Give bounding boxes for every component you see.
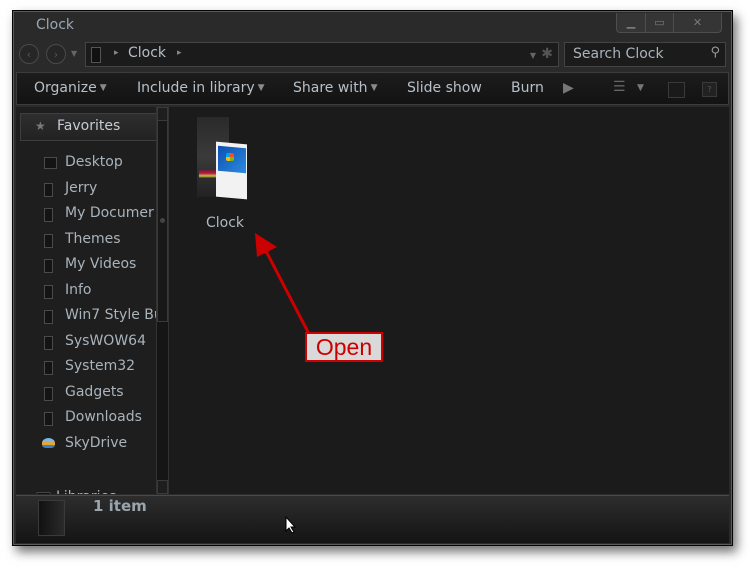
- folder-icon: [44, 336, 53, 350]
- skydrive-icon: [42, 438, 55, 448]
- back-button[interactable]: ‹: [19, 44, 39, 64]
- search-placeholder: Search Clock: [573, 46, 664, 62]
- breadcrumb-clock[interactable]: Clock: [128, 45, 166, 61]
- annotation-label: Open: [305, 332, 383, 362]
- navigation-row: ‹ › ▼ ▸ Clock ▸ ▼ ✱ Search Clock ⚲: [13, 41, 732, 69]
- sidebar-item-label: Downloads: [65, 409, 142, 425]
- chevron-down-icon: ▼: [257, 83, 265, 93]
- address-dropdown-icon[interactable]: ▼: [530, 51, 536, 60]
- view-options-dropdown[interactable]: ▼: [637, 83, 644, 93]
- grip-icon: [160, 218, 165, 223]
- minimize-button[interactable]: ▁: [617, 13, 646, 32]
- preview-pane-icon[interactable]: [668, 82, 685, 98]
- forward-arrow-icon: ›: [53, 47, 59, 61]
- sidebar-item-label: Info: [65, 282, 92, 298]
- sidebar-item-label: SkyDrive: [65, 435, 128, 451]
- windows-logo-icon: [226, 153, 234, 161]
- sidebar-item-label: Win7 Style Bu: [65, 307, 156, 323]
- slide-show-button[interactable]: Slide show: [407, 80, 482, 96]
- close-button[interactable]: ✕: [674, 13, 721, 32]
- folder-icon: [44, 234, 53, 248]
- include-in-library-button[interactable]: Include in library ▼: [137, 80, 265, 96]
- downloads-folder-icon: [44, 412, 53, 426]
- maximize-button[interactable]: ▭: [646, 13, 674, 32]
- navigation-pane: ★ Favorites Desktop Jerry My Documer The…: [16, 107, 156, 494]
- include-in-library-label: Include in library: [137, 80, 255, 96]
- sidebar-item-label: Jerry: [65, 180, 98, 196]
- sidebar-item-label: Themes: [65, 231, 121, 247]
- file-name: Clock: [205, 215, 245, 231]
- sidebar-item-label: My Documer: [65, 205, 154, 221]
- forward-button[interactable]: ›: [46, 44, 66, 64]
- details-pane: 1 item: [16, 495, 729, 543]
- search-input[interactable]: Search Clock ⚲: [564, 42, 726, 67]
- close-icon: ✕: [692, 16, 703, 29]
- more-commands-icon[interactable]: ▶: [563, 80, 574, 96]
- star-icon: ★: [35, 119, 46, 133]
- explorer-window: Clock ▁ ▭ ✕ ‹ › ▼ ▸ Clock ▸ ▼ ✱ Search C…: [12, 10, 733, 546]
- sidebar-item-label: SysWOW64: [65, 333, 146, 349]
- desktop-icon: [44, 157, 57, 169]
- folder-icon: [44, 183, 53, 197]
- folder-icon: [38, 500, 65, 536]
- recent-locations-dropdown[interactable]: ▼: [71, 49, 77, 58]
- documents-folder-icon: [44, 208, 53, 222]
- sidebar-item-label: System32: [65, 358, 136, 374]
- refresh-icon[interactable]: ✱: [541, 46, 553, 62]
- share-with-label: Share with: [293, 80, 368, 96]
- mouse-cursor-icon: [285, 516, 297, 534]
- gadget-file-icon: [197, 114, 259, 204]
- back-arrow-icon: ‹: [26, 47, 32, 61]
- file-item-clock[interactable]: Clock: [189, 114, 261, 231]
- chevron-down-icon: ▼: [370, 83, 378, 93]
- share-with-button[interactable]: Share with ▼: [293, 80, 377, 96]
- organize-button[interactable]: Organize ▼: [34, 80, 107, 96]
- burn-button[interactable]: Burn: [511, 80, 544, 96]
- maximize-icon: ▭: [654, 16, 665, 29]
- minimize-icon: ▁: [626, 16, 636, 29]
- videos-folder-icon: [44, 259, 53, 273]
- organize-label: Organize: [34, 80, 97, 96]
- change-view-icon[interactable]: ☰: [613, 79, 626, 95]
- folder-icon: [44, 361, 53, 375]
- scroll-up-button[interactable]: [157, 107, 168, 121]
- file-list[interactable]: Clock: [169, 107, 729, 494]
- window-controls: ▁ ▭ ✕: [616, 13, 722, 33]
- window-title: Clock: [36, 17, 75, 33]
- breadcrumb-separator[interactable]: ▸: [177, 48, 182, 58]
- search-icon[interactable]: ⚲: [710, 45, 720, 60]
- libraries-label: Libraries: [56, 489, 116, 494]
- favorites-label: Favorites: [57, 118, 121, 134]
- folder-icon: [91, 47, 101, 63]
- chevron-down-icon: ▼: [99, 83, 107, 93]
- folder-icon: [44, 387, 53, 401]
- sidebar-item-label: Desktop: [65, 154, 123, 170]
- libraries-icon: [36, 492, 51, 494]
- sidebar-favorites[interactable]: ★ Favorites: [20, 113, 156, 141]
- item-count: 1 item: [93, 497, 147, 515]
- sidebar-item-label: My Videos: [65, 256, 137, 272]
- help-icon[interactable]: ?: [702, 82, 717, 97]
- folder-icon: [44, 310, 53, 324]
- sidebar-item-label: Gadgets: [65, 384, 124, 400]
- title-bar[interactable]: Clock ▁ ▭ ✕: [13, 11, 732, 41]
- breadcrumb-separator[interactable]: ▸: [114, 48, 119, 58]
- folder-icon: [44, 285, 53, 299]
- scroll-thumb[interactable]: [157, 120, 168, 322]
- command-bar: Organize ▼ Include in library ▼ Share with…: [16, 72, 729, 105]
- address-bar[interactable]: ▸ Clock ▸ ▼ ✱: [85, 42, 559, 67]
- scroll-down-button[interactable]: [157, 480, 168, 494]
